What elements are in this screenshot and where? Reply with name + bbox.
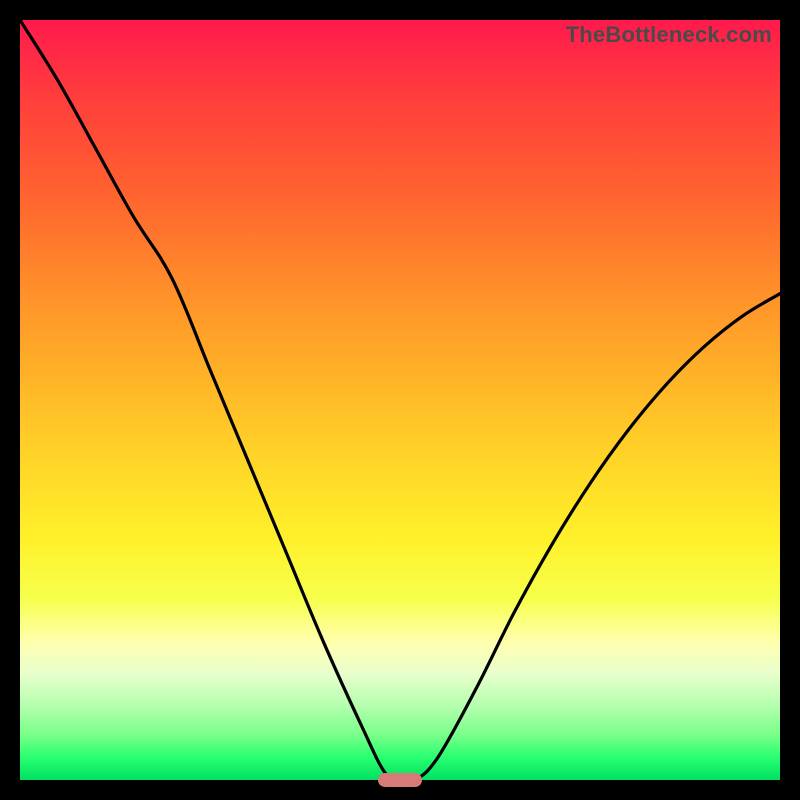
- optimum-marker: [378, 773, 422, 787]
- chart-frame: TheBottleneck.com: [0, 0, 800, 800]
- bottleneck-curve: [20, 20, 780, 780]
- curve-path: [20, 20, 780, 780]
- plot-area: TheBottleneck.com: [20, 20, 780, 780]
